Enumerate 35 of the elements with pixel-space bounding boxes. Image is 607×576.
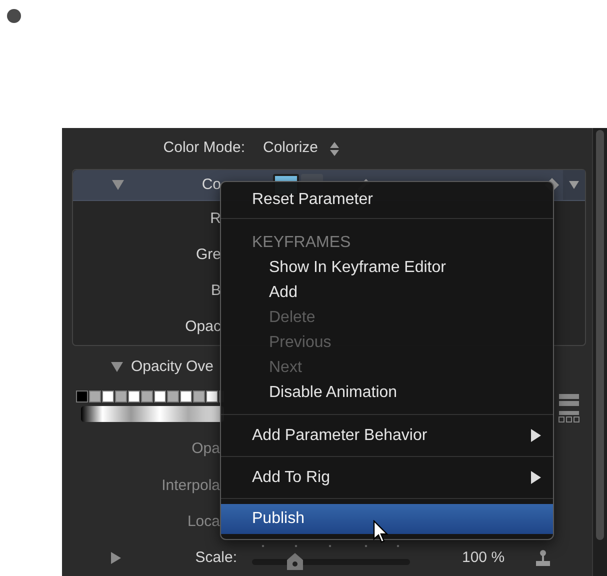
menu-item[interactable]: Disable Animation (221, 380, 553, 405)
submenu-item[interactable]: Add To Rig (221, 457, 553, 498)
submenu-arrow-icon (531, 471, 541, 484)
section-label: Opacity Ove (131, 356, 214, 377)
joystick-icon[interactable] (534, 549, 551, 568)
scrollbar[interactable] (592, 128, 607, 576)
parameter-label: Opac (184, 317, 221, 338)
menu-item[interactable]: Publish (221, 504, 553, 534)
parameter-label: Loca (186, 512, 220, 532)
disclosure-triangle-icon[interactable] (111, 552, 121, 564)
disclosure-triangle-icon[interactable] (112, 180, 124, 190)
scale-slider[interactable] (252, 544, 410, 572)
color-mode-popup[interactable]: Colorize (263, 137, 340, 160)
parameter-label: Opa (190, 439, 220, 460)
submenu-arrow-icon (531, 429, 541, 442)
menu-item[interactable]: Show In Keyframe Editor (221, 255, 553, 280)
parameter-label: Scale: (194, 548, 237, 568)
bullet-icon (7, 9, 21, 23)
menu-item[interactable]: Add (221, 280, 553, 305)
mouse-pointer-icon (373, 520, 389, 544)
dropdown-caret-icon[interactable] (563, 170, 585, 200)
slider-thumb[interactable] (286, 553, 303, 570)
parameter-label: B (210, 281, 221, 302)
menu-item[interactable]: Reset Parameter (221, 182, 553, 218)
up-down-arrows-icon (330, 142, 340, 156)
menu-section-header: KEYFRAMES (251, 232, 352, 252)
field-label: Color Mode: (162, 138, 245, 158)
submenu-item[interactable]: Add Parameter Behavior (221, 415, 553, 456)
parameter-label: Interpola (160, 476, 220, 496)
parameter-label: R (209, 209, 221, 230)
disclosure-triangle-icon[interactable] (111, 362, 123, 372)
parameter-label: Co (202, 175, 221, 196)
parameter-label: Gre (194, 245, 221, 266)
gradient-presets-icon[interactable] (558, 393, 580, 426)
scale-value: 100 % (462, 548, 505, 568)
